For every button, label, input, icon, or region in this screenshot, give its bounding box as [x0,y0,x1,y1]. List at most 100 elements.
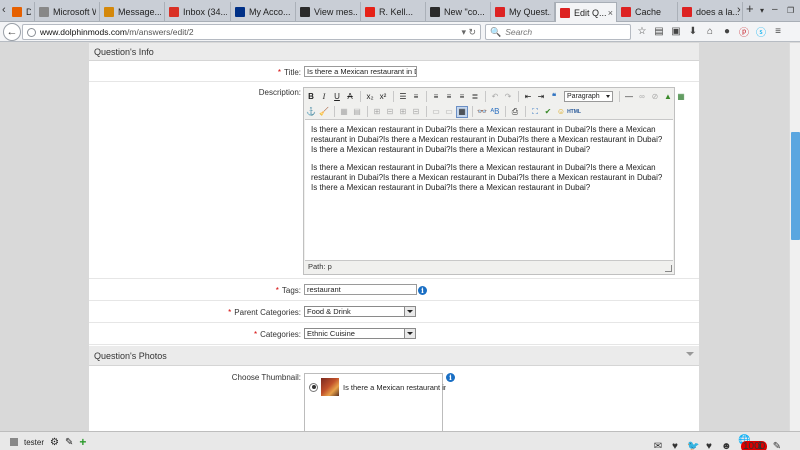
emoticons-icon[interactable]: ☺ [555,106,567,118]
bold-button[interactable]: B [305,91,317,103]
table-icon[interactable]: ▦ [338,106,350,118]
merge-cell-icon[interactable]: ▭ [443,106,455,118]
outdent-button[interactable]: ⇤ [522,91,534,103]
tab-1[interactable]: D... [8,2,35,22]
parent-categories-select[interactable]: Food & Drink [304,306,416,317]
reload-icon[interactable]: ▾ ↻ [461,27,476,38]
close-tab-icon[interactable]: × [608,8,613,18]
tab-6[interactable]: View mes... [296,2,361,22]
underline-button[interactable]: U [331,91,343,103]
add-icon[interactable]: + [79,435,86,449]
search-input[interactable] [505,27,626,37]
back-button[interactable]: ← [3,23,21,41]
mail-icon[interactable]: ✉ [653,441,663,450]
tab-7[interactable]: R. Kell... [361,2,426,22]
tags-info-icon[interactable]: i [418,286,427,295]
tab-2[interactable]: Microsoft Wo... [35,2,100,22]
fullscreen-icon[interactable]: ⛶ [529,106,541,118]
align-justify-button[interactable]: ≣ [469,91,481,103]
superscript-button[interactable]: x² [377,91,389,103]
scroll-tabs-left-icon[interactable]: ‹ [2,4,6,16]
globe-icon[interactable]: 🌐1000 [738,435,768,450]
tab-5[interactable]: My Acco... [231,2,296,22]
numbered-list-button[interactable]: ≡ [410,91,422,103]
heart-icon[interactable]: ♥ [670,441,680,450]
person-icon[interactable]: ☻ [721,441,732,450]
tab-4[interactable]: Inbox (34... [165,2,231,22]
spellcheck-icon[interactable]: ✔ [542,106,554,118]
indent-button[interactable]: ⇥ [535,91,547,103]
strikethrough-button[interactable]: A [344,91,356,103]
new-tab-button[interactable]: + [746,1,754,16]
thumbnail-info-icon[interactable]: i [446,373,455,382]
tab-12[interactable]: does a la... [678,2,743,22]
bullet-list-button[interactable]: ☰ [397,91,409,103]
reading-list-icon[interactable]: ▤ [653,25,665,38]
favorite-icon[interactable]: ♥ [704,441,714,450]
gear-icon[interactable]: ⚙ [50,437,59,448]
unlink-button[interactable]: ⊘ [649,91,661,103]
delete-col-icon[interactable]: ⊟ [410,106,422,118]
italic-button[interactable]: I [318,91,330,103]
find-icon[interactable]: 👓 [476,106,488,118]
search-bar[interactable]: 🔍 [485,24,631,40]
html-source-icon[interactable]: HTML [567,106,581,118]
horizontal-rule-button[interactable]: — [623,91,635,103]
tab-8[interactable]: New "co... [426,2,491,22]
tab-list-icon[interactable]: ▾ [760,6,764,15]
tab-10[interactable]: Edit Q... × [555,2,617,23]
url-bar[interactable]: www.dolphinmods.com/m/answers/edit/2 ▾ ↻ [22,24,481,40]
user-avatar[interactable] [10,438,18,446]
pinterest-icon[interactable]: ⓟ [738,25,750,39]
twitter-icon[interactable]: 🐦 [687,441,699,450]
scrollbar-thumb[interactable] [791,132,800,240]
resize-handle-icon[interactable] [665,265,672,272]
visual-aid-icon[interactable]: ▦ [456,105,468,118]
edit-icon[interactable]: ✎ [65,437,73,448]
redo-button[interactable]: ↷ [502,91,514,103]
delete-row-icon[interactable]: ⊟ [384,106,396,118]
editor-content-area[interactable]: Is there a Mexican restaurant in Dubai?I… [305,119,673,261]
cleanup-icon[interactable]: 🧹 [318,106,330,118]
tools-icon[interactable]: ✎ [772,441,782,450]
print-icon[interactable]: ⎙ [509,106,521,118]
user-name[interactable]: tester [24,438,44,447]
align-left-button[interactable]: ≡ [430,91,442,103]
anchor-icon[interactable]: ⚓ [305,106,317,118]
menu-icon[interactable]: ≡ [772,25,784,38]
table-props-icon[interactable]: ▤ [351,106,363,118]
tab-3[interactable]: Message... [100,2,165,22]
insert-row-icon[interactable]: ⊞ [371,106,383,118]
bookmark-star-icon[interactable]: ☆ [636,25,648,38]
link-button[interactable]: ∞ [636,91,648,103]
tags-input[interactable]: restaurant [304,284,417,295]
image-button[interactable]: ▲ [662,91,674,103]
pocket-icon[interactable]: ▣ [670,25,682,38]
insert-col-icon[interactable]: ⊞ [397,106,409,118]
minimize-window-icon[interactable]: – [772,4,778,15]
paragraph-format-select[interactable]: Paragraph [564,91,613,102]
title-input[interactable]: Is there a Mexican restaurant in Dubai [304,66,417,77]
chat-icon[interactable]: ● [721,25,733,38]
replace-icon[interactable]: ᴬB [489,106,501,118]
thumbnail-option[interactable]: Is there a Mexican restaurant in Dubai [309,378,446,396]
tab-9[interactable]: My Quest... [491,2,555,22]
restore-window-icon[interactable]: ❐ [787,6,794,15]
thumbnail-radio[interactable] [309,382,318,392]
download-icon[interactable]: ⬇ [687,25,699,38]
blockquote-button[interactable]: ❝ [548,91,560,103]
subscript-button[interactable]: x₂ [364,91,376,103]
split-cell-icon[interactable]: ▭ [430,106,442,118]
skype-icon[interactable]: ⓢ [755,25,767,39]
align-right-button[interactable]: ≡ [456,91,468,103]
section-header-photos[interactable]: Question's Photos [89,346,699,366]
tab-11[interactable]: Cache [617,2,678,22]
align-center-button[interactable]: ≡ [443,91,455,103]
scroll-tabs-right-icon[interactable]: › [737,4,741,16]
home-icon[interactable]: ⌂ [704,25,716,38]
page-scrollbar[interactable] [789,43,800,431]
undo-button[interactable]: ↶ [489,91,501,103]
info-icon[interactable]: ℹ [755,441,765,450]
media-button[interactable]: ▦ [675,91,687,103]
categories-select[interactable]: Ethnic Cuisine [304,328,416,339]
